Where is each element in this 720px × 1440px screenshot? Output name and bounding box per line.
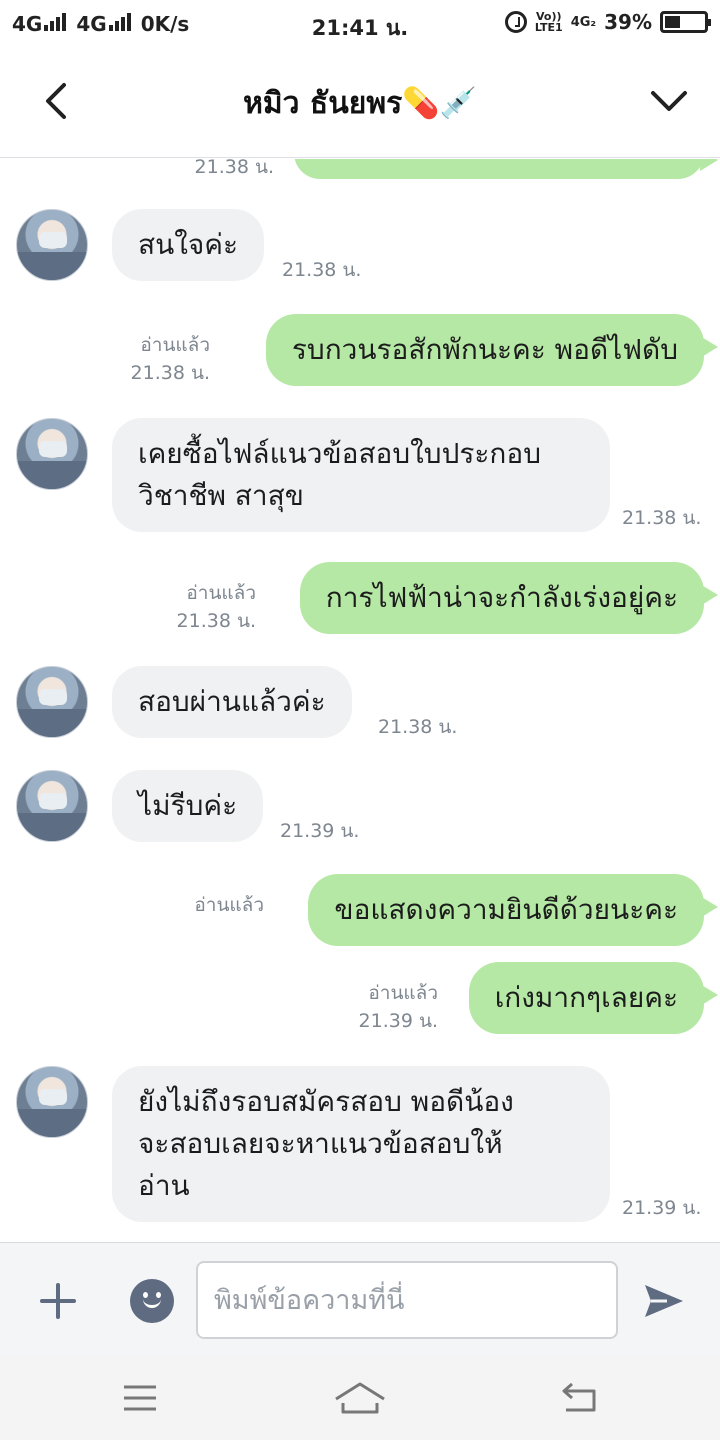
message-read-status: อ่านแล้ว xyxy=(194,891,264,919)
message-time: 21.38 น. xyxy=(622,507,702,529)
message-bubble-incoming[interactable]: ไม่รีบค่ะ xyxy=(112,770,264,842)
message-read-status: อ่านแล้ว 21.38 น. xyxy=(131,331,210,387)
read-label: อ่านแล้ว xyxy=(186,582,256,604)
system-nav-bar xyxy=(0,1356,720,1440)
volte-indicator: Vo)) LTE1 xyxy=(535,11,563,33)
battery-icon xyxy=(660,11,711,33)
read-label: อ่านแล้ว xyxy=(140,334,210,356)
message-line: อ่าน xyxy=(138,1169,190,1202)
message-bubble-incoming[interactable]: เคยซื้อไฟล์แนวข้อสอบใบประกอบ วิชาชีพ สาส… xyxy=(112,418,610,532)
net4g-indicator: 4G₂ xyxy=(570,14,597,30)
home-nav-button[interactable] xyxy=(330,1374,390,1422)
battery-percent: 39% xyxy=(604,10,652,34)
message-time: 21.38 น. xyxy=(378,716,458,738)
chat-area[interactable]: 21.38 น. สนใจค่ะ 21.38 น. อ่านแล้ว 21.38… xyxy=(0,159,720,1242)
plus-icon xyxy=(40,1283,76,1319)
back-nav-button[interactable] xyxy=(550,1374,610,1422)
message-bubble-incoming[interactable]: สอบผ่านแล้วค่ะ xyxy=(112,666,352,738)
chat-header: หมิว ธันยพร💊💉 xyxy=(0,52,720,158)
return-icon xyxy=(562,1382,596,1412)
lte-label: LTE1 xyxy=(534,21,563,34)
message-bubble-outgoing[interactable]: เก่งมากๆเลยคะ xyxy=(468,962,719,1034)
message-line: วิชาชีพ สาสุข xyxy=(138,479,304,512)
contact-avatar[interactable] xyxy=(16,666,88,738)
message-bubble-outgoing[interactable]: การไฟฟ้าน่าจะกำลังเร่งอยู่คะ xyxy=(299,562,719,634)
alarm-icon xyxy=(504,11,527,33)
status-bar: 4G 4G 0K/s 21:41 น. Vo)) LTE1 4G₂ 39% xyxy=(0,0,720,52)
message-bubble-outgoing[interactable]: ขอแสดงความยินดีด้วยนะคะ xyxy=(308,874,718,946)
menu-nav-button[interactable] xyxy=(110,1374,170,1422)
message-composer xyxy=(0,1242,720,1356)
contact-avatar[interactable] xyxy=(16,1066,88,1138)
message-line: เคยซื้อไฟล์แนวข้อสอบใบประกอบ xyxy=(138,437,541,470)
emoji-mouth xyxy=(143,1298,161,1308)
message-read-status: อ่านแล้ว 21.39 น. xyxy=(359,979,438,1035)
message-time: 21.38 น. xyxy=(282,259,362,281)
back-button[interactable] xyxy=(28,74,82,128)
add-attachment-button[interactable] xyxy=(30,1273,86,1329)
send-icon xyxy=(645,1285,683,1317)
contact-avatar[interactable] xyxy=(16,770,88,842)
message-bubble-outgoing[interactable] xyxy=(294,159,718,179)
read-label: อ่านแล้ว xyxy=(368,982,438,1004)
read-label: อ่านแล้ว xyxy=(194,894,264,916)
message-line: จะสอบเลยจะหาแนวข้อสอบให้ xyxy=(138,1127,503,1160)
message-time: 21.39 น. xyxy=(622,1197,702,1219)
battery-fill xyxy=(665,16,680,28)
message-time: 21.39 น. xyxy=(358,1010,438,1032)
message-time: 21.38 น. xyxy=(194,159,274,178)
contact-avatar[interactable] xyxy=(16,418,88,490)
message-bubble-incoming[interactable]: ยังไม่ถึงรอบสมัครสอบ พอดีน้อง จะสอบเลยจะ… xyxy=(112,1066,610,1222)
message-bubble-incoming[interactable]: สนใจค่ะ xyxy=(112,209,265,281)
message-time: 21.39 น. xyxy=(280,820,360,842)
message-read-status: อ่านแล้ว 21.38 น. xyxy=(177,579,256,635)
chat-title: หมิว ธันยพร💊💉 xyxy=(243,86,477,121)
send-button[interactable] xyxy=(636,1273,692,1329)
home-icon xyxy=(335,1382,385,1414)
contact-avatar[interactable] xyxy=(16,209,88,281)
message-bubble-outgoing[interactable]: รบกวนรอสักพักนะคะ พอดีไฟดับ xyxy=(265,314,719,386)
emoji-button[interactable] xyxy=(130,1279,174,1323)
chevron-down-icon xyxy=(651,91,687,111)
chevron-left-icon xyxy=(46,83,66,119)
menu-toggle-button[interactable] xyxy=(642,74,696,128)
status-right: Vo)) LTE1 4G₂ 39% xyxy=(504,10,711,34)
message-line: ยังไม่ถึงรอบสมัครสอบ พอดีน้อง xyxy=(138,1085,514,1118)
message-input[interactable] xyxy=(196,1261,618,1339)
hamburger-icon xyxy=(124,1385,156,1411)
message-time: 21.38 น. xyxy=(130,362,210,384)
message-time: 21.38 น. xyxy=(176,610,256,632)
